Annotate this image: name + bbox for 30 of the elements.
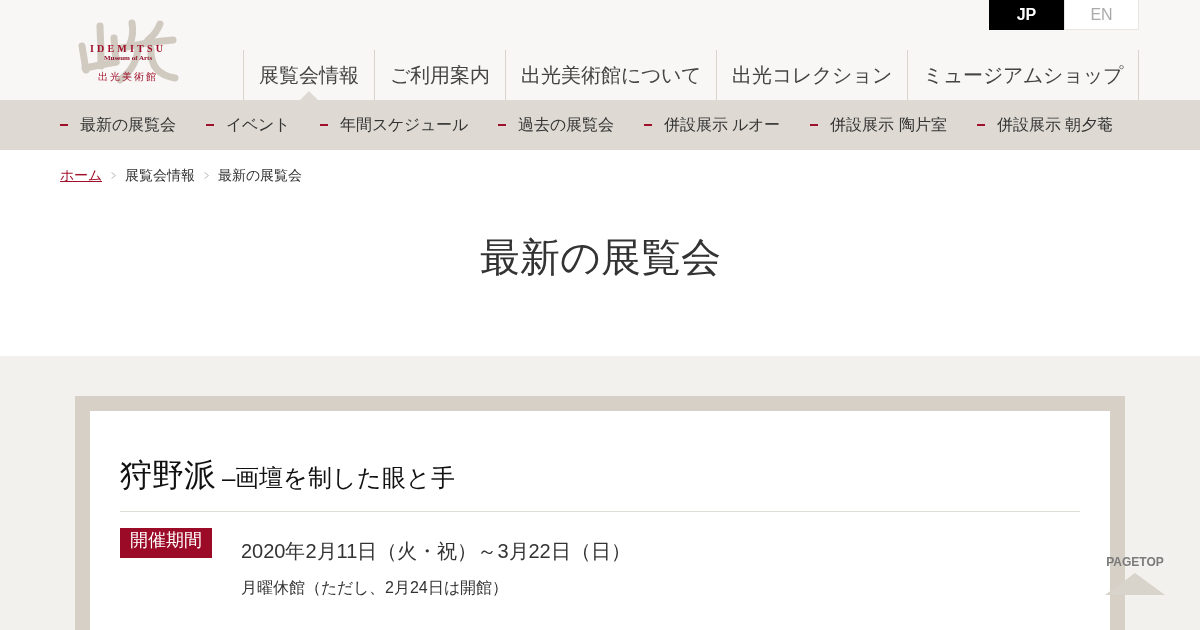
brush-calligraphy-icon xyxy=(76,18,180,85)
subnav-link[interactable]: イベント xyxy=(206,115,290,135)
chevron-right-icon xyxy=(204,171,209,179)
dash-icon xyxy=(498,124,506,126)
chevron-right-icon xyxy=(111,171,116,179)
dash-icon xyxy=(206,124,214,126)
dash-icon xyxy=(60,124,68,126)
logo-name: 出光美術館 xyxy=(98,71,158,82)
subnav-link[interactable]: 過去の展覧会 xyxy=(498,115,614,135)
dash-icon xyxy=(810,124,819,126)
logo-wordmark: IDEMITSU xyxy=(89,43,167,54)
subnav-link[interactable]: 併設展示 陶片室 xyxy=(810,115,947,135)
subnav-link[interactable]: 併設展示 朝夕菴 xyxy=(976,115,1114,135)
page-top-link[interactable]: PAGETOP xyxy=(1105,555,1165,595)
page-title: 最新の展覧会 xyxy=(478,234,722,281)
subnav-link[interactable]: 年間スケジュール xyxy=(320,115,468,135)
language-button[interactable]: JP xyxy=(989,0,1064,30)
period-badge: 開催期間 xyxy=(120,528,212,558)
exhibition-dates: 2020年2月11日（火・祝）～3月22日（日） xyxy=(241,539,631,564)
dash-icon xyxy=(320,124,328,126)
exhibition-subtitle: –画壇を制した眼と手 xyxy=(222,463,456,493)
breadcrumb-item: 最新の展覧会 xyxy=(218,167,302,183)
subnav-link[interactable]: 併設展示 ルオー xyxy=(644,115,781,135)
dash-icon xyxy=(644,124,652,126)
dash-icon xyxy=(976,124,985,126)
breadcrumb-item: 展覧会情報 xyxy=(125,167,195,183)
exhibition-title: 狩野派 xyxy=(120,456,216,495)
subnav-link[interactable]: 最新の展覧会 xyxy=(60,115,176,135)
closing-note: 月曜休館（ただし、2月24日は開館） xyxy=(241,578,508,598)
breadcrumb-link[interactable]: ホーム xyxy=(60,167,102,183)
